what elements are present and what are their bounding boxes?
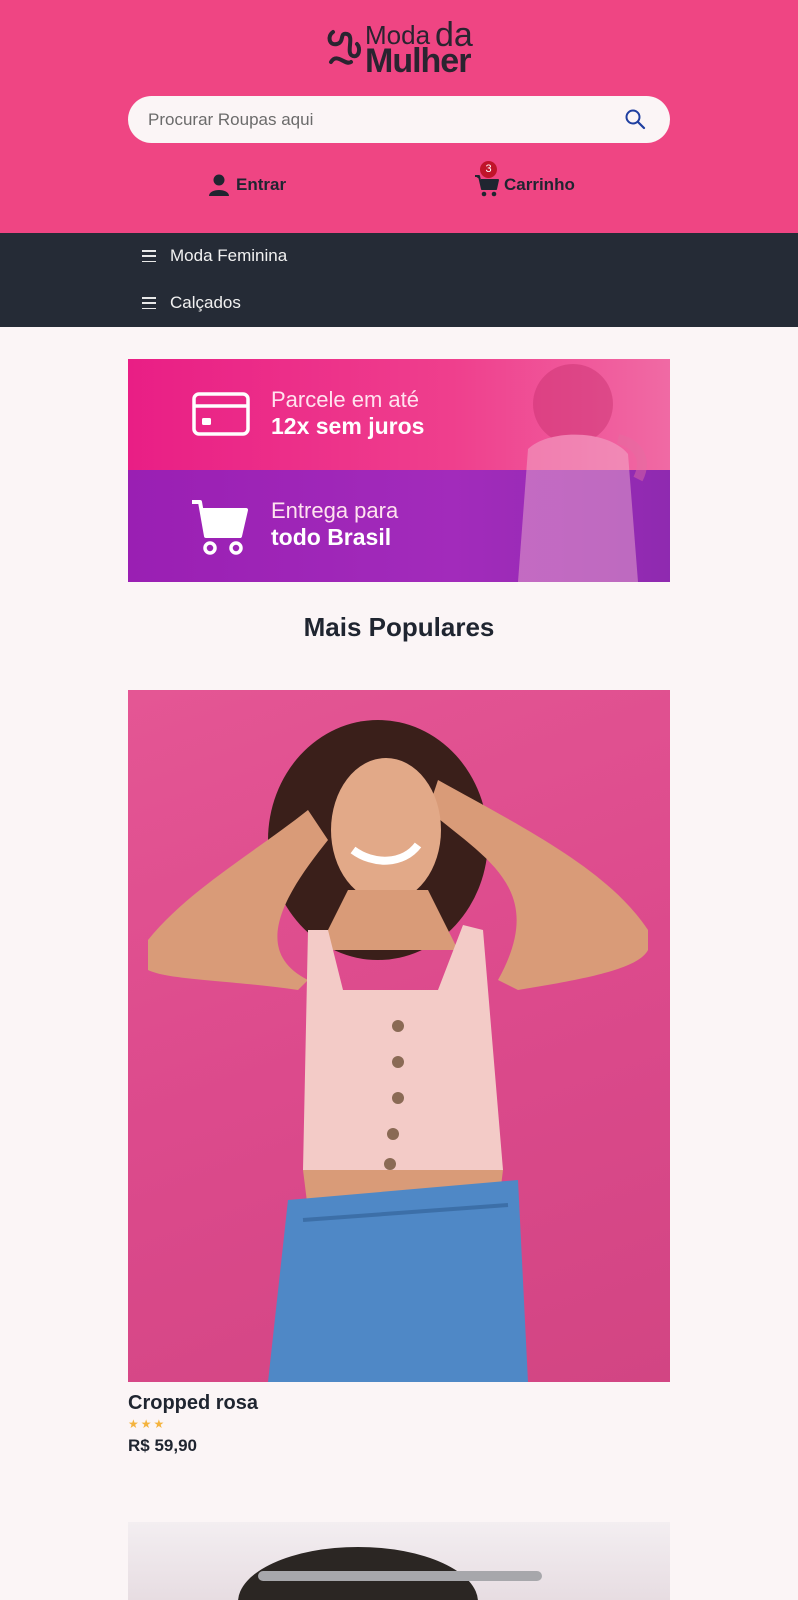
nav-item-label: Moda Feminina — [170, 246, 288, 265]
nav-item-moda-feminina[interactable]: Moda Feminina — [142, 233, 287, 279]
promo-banner[interactable]: Parcele em até 12x sem juros Entrega par… — [128, 359, 670, 582]
delivery-line2: todo Brasil — [271, 524, 392, 550]
nav-item-label: Calçados — [170, 293, 241, 312]
header: Moda da Mulher Entrar 3 Carrinho — [0, 0, 798, 233]
product-rating: ★ ★ ★ — [128, 1417, 164, 1431]
star-icon: ★ — [128, 1417, 139, 1431]
product-photo — [148, 720, 648, 1382]
product-image[interactable] — [128, 1522, 670, 1600]
delivery-line1: Entrega para — [271, 498, 399, 523]
menu-icon — [142, 297, 156, 309]
menu-icon — [142, 250, 156, 262]
cart-button[interactable]: 3 Carrinho — [474, 161, 575, 198]
product-photo — [238, 1547, 478, 1600]
search-icon[interactable] — [624, 108, 646, 130]
credit-card-icon — [192, 392, 250, 436]
logo-text-mulher: Mulher — [365, 42, 471, 80]
nav-item-calcados[interactable]: Calçados — [142, 280, 241, 326]
delivery-cart-icon — [192, 500, 248, 555]
installments-line2: 12x sem juros — [271, 413, 425, 439]
category-nav: Moda Feminina Calçados — [0, 233, 798, 327]
product-image[interactable] — [128, 690, 670, 1382]
login-button[interactable]: Entrar — [208, 172, 286, 198]
brand-logo[interactable]: Moda da Mulher — [325, 16, 475, 80]
logo-swirl-icon — [327, 30, 362, 65]
product-name[interactable]: Cropped rosa — [128, 1392, 258, 1415]
section-title: Mais Populares — [303, 612, 495, 642]
search-bar — [128, 96, 670, 143]
installments-line1: Parcele em até — [271, 387, 419, 412]
home-indicator[interactable] — [258, 1571, 542, 1581]
user-icon — [209, 174, 229, 196]
star-icon: ★ — [140, 1417, 152, 1431]
login-label: Entrar — [236, 175, 287, 194]
product-price: R$ 59,90 — [128, 1436, 197, 1455]
star-icon: ★ — [153, 1417, 165, 1431]
banner-model-photo — [518, 364, 647, 582]
search-input[interactable] — [148, 96, 608, 143]
cart-label: Carrinho — [504, 175, 575, 194]
cart-count-badge: 3 — [480, 161, 497, 178]
